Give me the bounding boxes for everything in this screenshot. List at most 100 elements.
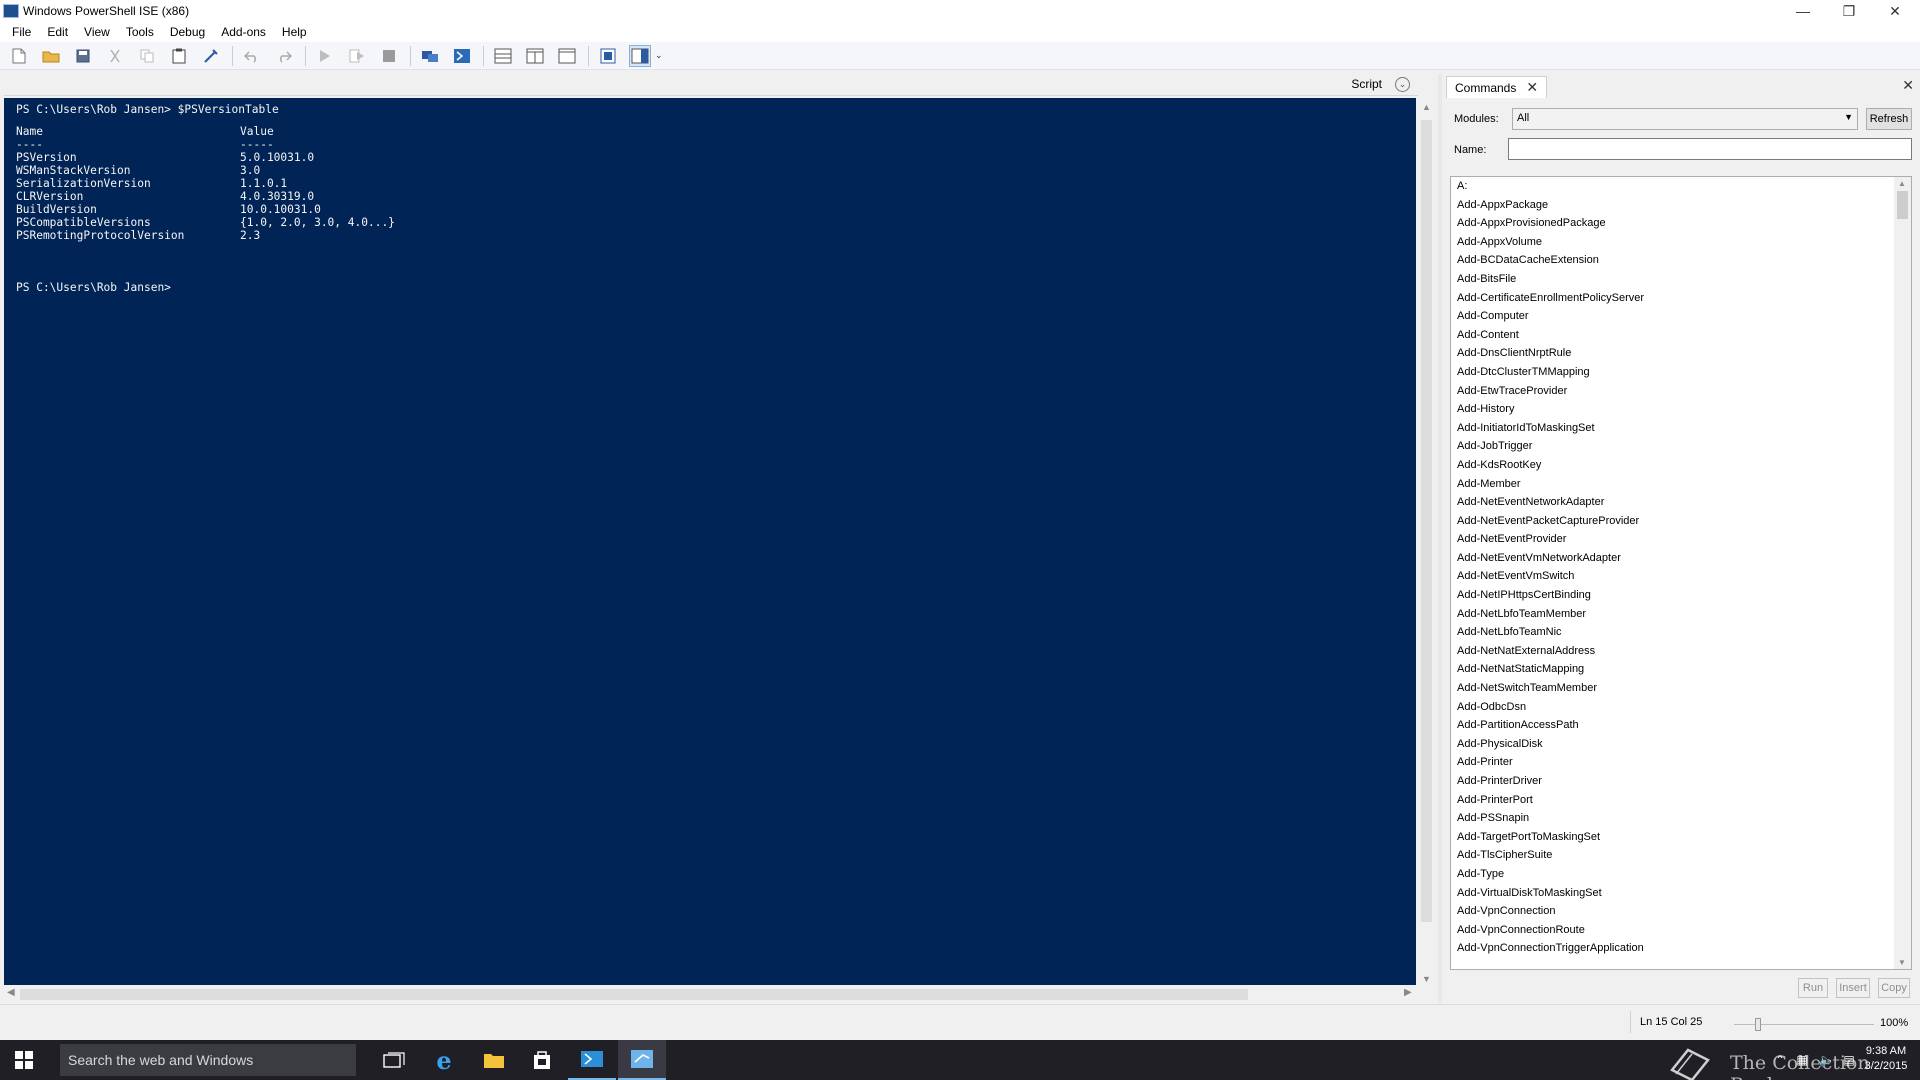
command-list-item[interactable]: Add-TargetPortToMaskingSet [1451, 828, 1895, 847]
menu-help[interactable]: Help [274, 22, 315, 42]
show-hidden-icons-icon[interactable]: ⌃ [1770, 1053, 1790, 1067]
insert-button[interactable]: Insert [1836, 978, 1870, 998]
taskbar-powershell[interactable] [568, 1040, 616, 1080]
toolbar-overflow-icon[interactable]: ⌄ [655, 50, 663, 61]
scroll-thumb[interactable] [20, 989, 1248, 1000]
command-list-item[interactable]: Add-Member [1451, 475, 1895, 494]
taskbar-store[interactable] [518, 1040, 566, 1080]
menu-edit[interactable]: Edit [39, 22, 76, 42]
command-list-item[interactable]: Add-PrinterPort [1451, 791, 1895, 810]
command-list-item[interactable]: Add-NetEventProvider [1451, 530, 1895, 549]
save-icon[interactable] [72, 45, 94, 67]
command-list-item[interactable]: Add-EtwTraceProvider [1451, 382, 1895, 401]
command-list-item[interactable]: Add-TlsCipherSuite [1451, 846, 1895, 865]
show-command-window-icon[interactable] [597, 45, 619, 67]
command-list-item[interactable]: Add-BitsFile [1451, 270, 1895, 289]
command-list-item[interactable]: Add-NetEventVmNetworkAdapter [1451, 549, 1895, 568]
run-selection-icon[interactable] [346, 45, 368, 67]
task-view-button[interactable] [370, 1040, 418, 1080]
command-list-item[interactable]: Add-NetSwitchTeamMember [1451, 679, 1895, 698]
scroll-thumb[interactable] [1421, 120, 1432, 922]
command-list-item[interactable]: Add-PartitionAccessPath [1451, 716, 1895, 735]
minimize-button[interactable]: — [1780, 0, 1826, 22]
scroll-thumb[interactable] [1897, 191, 1908, 219]
remote-powershell-icon[interactable] [419, 45, 441, 67]
command-list-item[interactable]: Add-PhysicalDisk [1451, 735, 1895, 754]
command-list-item[interactable]: Add-VpnConnection [1451, 902, 1895, 921]
script-pane-right-icon[interactable] [524, 45, 546, 67]
stop-icon[interactable] [378, 45, 400, 67]
close-window-button[interactable]: ✕ [1872, 0, 1918, 22]
command-list-item[interactable]: Add-VpnConnectionRoute [1451, 921, 1895, 940]
maximize-button[interactable]: ❐ [1826, 0, 1872, 22]
scroll-right-arrow-icon[interactable]: ▶ [1404, 987, 1412, 998]
command-list-item[interactable]: Add-NetNatStaticMapping [1451, 660, 1895, 679]
script-pane-maximized-icon[interactable] [556, 45, 578, 67]
command-list-item[interactable]: Add-VpnConnectionTriggerApplication [1451, 939, 1895, 958]
scroll-left-arrow-icon[interactable]: ◀ [7, 987, 15, 998]
commands-list-scrollbar[interactable]: ▲ ▼ [1894, 177, 1911, 969]
paste-icon[interactable] [168, 45, 190, 67]
command-list-item[interactable]: Add-DtcClusterTMMapping [1451, 363, 1895, 382]
clear-console-icon[interactable] [200, 45, 222, 67]
scroll-down-arrow-icon[interactable]: ▼ [1422, 974, 1431, 984]
command-list-item[interactable]: Add-Content [1451, 326, 1895, 345]
scroll-up-arrow-icon[interactable]: ▲ [1898, 179, 1906, 188]
show-script-pane-icon[interactable]: ⌄ [1395, 77, 1410, 92]
cut-icon[interactable] [104, 45, 126, 67]
command-list-item[interactable]: Add-VirtualDiskToMaskingSet [1451, 884, 1895, 903]
taskbar-search-input[interactable]: Search the web and Windows [60, 1044, 356, 1076]
command-list-item[interactable]: Add-NetLbfoTeamMember [1451, 605, 1895, 624]
undo-icon[interactable] [241, 45, 263, 67]
command-list-item[interactable]: Add-NetEventPacketCaptureProvider [1451, 512, 1895, 531]
menu-debug[interactable]: Debug [162, 22, 213, 42]
command-list-item[interactable]: A: [1451, 177, 1895, 196]
script-pane-top-icon[interactable] [492, 45, 514, 67]
taskbar-file-explorer[interactable] [470, 1040, 518, 1080]
command-list-item[interactable]: Add-DnsClientNrptRule [1451, 344, 1895, 363]
command-list-item[interactable]: Add-Printer [1451, 753, 1895, 772]
command-list-item[interactable]: Add-OdbcDsn [1451, 698, 1895, 717]
command-list-item[interactable]: Add-Computer [1451, 307, 1895, 326]
menu-add-ons[interactable]: Add-ons [213, 22, 274, 42]
taskbar-clock[interactable]: 9:38 AM 3/2/2015 [1856, 1044, 1916, 1074]
command-list-item[interactable]: Add-Type [1451, 865, 1895, 884]
menu-file[interactable]: File [4, 22, 39, 42]
command-list-item[interactable]: Add-BCDataCacheExtension [1451, 251, 1895, 270]
command-list-item[interactable]: Add-NetEventVmSwitch [1451, 567, 1895, 586]
command-list-item[interactable]: Add-History [1451, 400, 1895, 419]
show-command-addon-icon[interactable] [629, 44, 651, 67]
console-horizontal-scrollbar[interactable]: ◀ ▶ [4, 986, 1418, 1003]
taskbar-powershell-ise[interactable] [618, 1040, 666, 1080]
command-list-item[interactable]: Add-AppxVolume [1451, 233, 1895, 252]
command-list-item[interactable]: Add-NetIPHttpsCertBinding [1451, 586, 1895, 605]
taskbar-internet-explorer[interactable]: e [420, 1040, 468, 1080]
close-panel-icon[interactable]: ✕ [1902, 77, 1914, 94]
refresh-button[interactable]: Refresh [1866, 108, 1912, 130]
command-list-item[interactable]: Add-NetEventNetworkAdapter [1451, 493, 1895, 512]
redo-icon[interactable] [273, 45, 295, 67]
command-list-item[interactable]: Add-KdsRootKey [1451, 456, 1895, 475]
volume-icon[interactable]: 🔈 [1814, 1053, 1838, 1067]
copy-icon[interactable] [136, 45, 158, 67]
open-icon[interactable] [40, 45, 62, 67]
run-icon[interactable] [314, 45, 336, 67]
command-list-item[interactable]: Add-JobTrigger [1451, 437, 1895, 456]
commands-tab[interactable]: Commands ✕ [1446, 76, 1548, 98]
run-button[interactable]: Run [1798, 978, 1828, 998]
command-list-item[interactable]: Add-NetNatExternalAddress [1451, 642, 1895, 661]
scroll-down-arrow-icon[interactable]: ▼ [1898, 958, 1906, 967]
console-vertical-scrollbar[interactable]: ▲ ▼ [1418, 98, 1435, 988]
scroll-up-arrow-icon[interactable]: ▲ [1422, 102, 1431, 112]
command-list-item[interactable]: Add-PSSnapin [1451, 809, 1895, 828]
name-filter-input[interactable] [1508, 138, 1912, 160]
copy-button[interactable]: Copy [1878, 978, 1910, 998]
close-tab-icon[interactable]: ✕ [1526, 79, 1538, 96]
menu-view[interactable]: View [76, 22, 118, 42]
menu-tools[interactable]: Tools [118, 22, 162, 42]
commands-list[interactable]: A: Add-AppxPackage Add-AppxProvisionedPack… [1450, 176, 1912, 970]
command-list-item[interactable]: Add-AppxPackage [1451, 196, 1895, 215]
console-pane[interactable]: PS C:\Users\Rob Jansen> $PSVersionTable … [4, 98, 1416, 985]
new-icon[interactable] [8, 45, 30, 67]
command-list-item[interactable]: Add-CertificateEnrollmentPolicyServer [1451, 289, 1895, 308]
